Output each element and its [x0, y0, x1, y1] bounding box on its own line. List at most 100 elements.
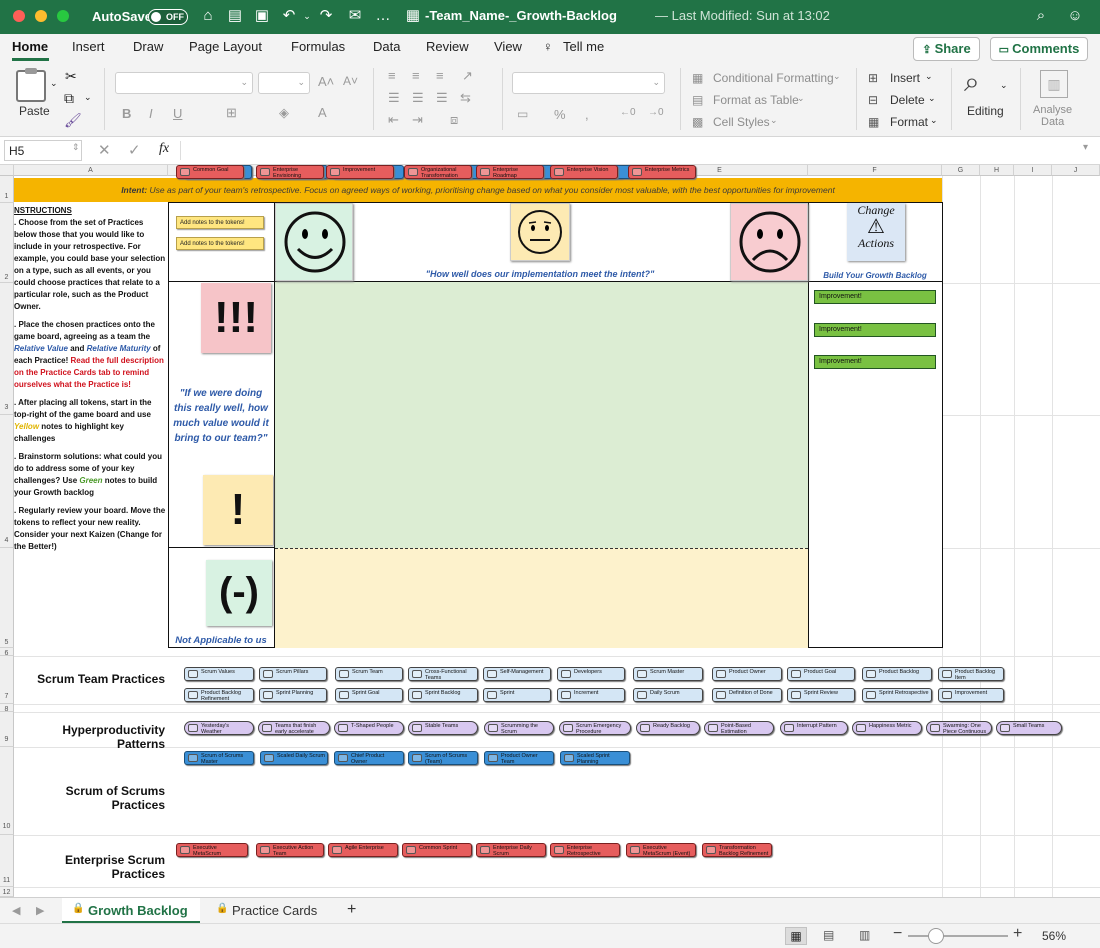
practice-token[interactable]: Scrum Values — [184, 667, 254, 681]
templates-icon[interactable]: ▤ — [226, 7, 244, 25]
practice-token[interactable]: Enterprise Vision — [550, 165, 618, 179]
font-color-icon[interactable]: A — [318, 105, 327, 120]
format-cells-button[interactable]: Format — [890, 115, 928, 129]
zoom-window-button[interactable] — [57, 10, 69, 22]
practice-token[interactable]: Scrum of Scrums (Team) — [408, 751, 478, 765]
redo-icon[interactable]: ↷ — [317, 7, 335, 25]
yellow-note[interactable]: Add notes to the tokens! — [176, 237, 264, 250]
value-grid-area[interactable] — [275, 282, 808, 548]
practice-token[interactable]: Cross-Functional Teams — [408, 667, 478, 681]
font-name-combo[interactable]: ⌄ — [115, 72, 253, 94]
zoom-slider-thumb[interactable] — [928, 928, 944, 944]
row-header-4[interactable]: 4 — [0, 415, 14, 548]
practice-token[interactable]: Transformation Backlog Refinement — [702, 843, 772, 857]
not-applicable-area[interactable] — [275, 548, 808, 648]
row-header-12[interactable]: 12 — [0, 887, 14, 897]
more-icon[interactable]: … — [374, 7, 392, 25]
insert-function-button[interactable]: fx — [159, 141, 169, 157]
email-icon[interactable]: ✉ — [346, 7, 364, 25]
align-right-icon[interactable]: ☰ — [436, 90, 448, 106]
practice-token[interactable]: Scaled Daily Scrum — [260, 751, 328, 765]
practice-token[interactable]: Sprint Planning — [259, 688, 327, 702]
practice-token[interactable]: Swarming: One Piece Continuous Flow — [926, 721, 992, 735]
column-header-a[interactable]: A — [14, 165, 168, 176]
practice-token[interactable]: Organizational Transformation Backlog — [404, 165, 472, 179]
tab-view[interactable]: View — [494, 39, 522, 54]
practice-token[interactable]: Improvement — [938, 688, 1004, 702]
practice-token[interactable]: Executive MetaScrum (Event) — [626, 843, 696, 857]
improvement-note[interactable]: Improvement! — [814, 355, 936, 369]
paste-icon[interactable] — [16, 68, 46, 102]
decrease-decimal-icon[interactable]: →0 — [648, 107, 664, 118]
practice-token[interactable]: Common Sprint — [402, 843, 472, 857]
fill-color-icon[interactable]: ◈ — [279, 105, 289, 121]
practice-token[interactable]: Product Backlog — [862, 667, 932, 681]
name-box[interactable]: H5 — [4, 140, 82, 161]
practice-token[interactable]: Product Owner — [712, 667, 782, 681]
last-modified[interactable]: — Last Modified: Sun at 13:02 — [655, 8, 830, 23]
align-top-icon[interactable]: ≡ — [388, 68, 396, 83]
editing-search-icon[interactable]: ⌕ — [964, 66, 980, 99]
practice-token[interactable]: Scrum Master — [633, 667, 703, 681]
row-header-7[interactable]: 7 — [0, 656, 14, 704]
practice-token[interactable]: Sprint Goal — [335, 688, 403, 702]
zoom-level[interactable]: 56% — [1042, 929, 1066, 943]
practice-token[interactable]: T-Shaped People — [334, 721, 404, 735]
practice-token[interactable]: Scrum Team — [335, 667, 403, 681]
accounting-format-icon[interactable]: ▭ — [517, 107, 528, 121]
practice-token[interactable]: Sprint Review — [787, 688, 855, 702]
practice-token[interactable]: Executive MetaScrum (Leadership Group) — [176, 843, 248, 857]
practice-token[interactable]: Enterprise Metrics — [628, 165, 696, 179]
select-all-corner[interactable] — [0, 165, 14, 176]
column-header-h[interactable]: H — [980, 165, 1014, 176]
normal-view-icon[interactable]: ▦ — [785, 927, 807, 945]
undo-dropdown-icon[interactable]: ⌄ — [298, 7, 316, 25]
comments-button[interactable]: ▭ Comments — [990, 37, 1088, 61]
practice-token[interactable]: Common Goal — [176, 165, 244, 179]
increase-indent-icon[interactable]: ⇥ — [412, 112, 423, 128]
column-header-i[interactable]: I — [1014, 165, 1052, 176]
align-center-icon[interactable]: ☰ — [412, 90, 424, 106]
align-middle-icon[interactable]: ≡ — [412, 68, 420, 83]
minimize-window-button[interactable] — [35, 10, 47, 22]
practice-token[interactable]: Chief Product Owner — [334, 751, 404, 765]
format-painter-icon[interactable]: 🖌 — [64, 112, 82, 129]
insert-cells-button[interactable]: Insert — [890, 71, 920, 85]
practice-token[interactable]: Product Backlog Item — [938, 667, 1004, 681]
tell-me-field[interactable]: Tell me — [563, 39, 604, 54]
practice-token[interactable]: Enterprise Daily Scrum — [476, 843, 546, 857]
autosave-toggle[interactable]: OFF — [148, 9, 188, 25]
sheet-tab-growth-backlog[interactable]: 🔒 Growth Backlog — [62, 898, 200, 923]
align-bottom-icon[interactable]: ≡ — [436, 68, 444, 83]
scroll-tabs-left-icon[interactable]: ◀ — [12, 904, 20, 917]
practice-token[interactable]: Enterprise Roadmap — [476, 165, 544, 179]
practice-token[interactable]: Improvement — [326, 165, 394, 179]
row-header-8[interactable]: 8 — [0, 704, 14, 713]
enter-icon[interactable]: ✓ — [128, 141, 141, 159]
practice-token[interactable]: Product Owner Team — [484, 751, 554, 765]
column-header-f[interactable]: F — [808, 165, 942, 176]
practice-token[interactable]: Agile Enterprise — [328, 843, 398, 857]
add-sheet-button[interactable]: + — [347, 901, 356, 919]
practice-token[interactable]: Sprint Retrospective — [862, 688, 932, 702]
scroll-tabs-right-icon[interactable]: ▶ — [36, 904, 44, 917]
font-size-combo[interactable]: ⌄ — [258, 72, 310, 94]
tab-page-layout[interactable]: Page Layout — [189, 39, 262, 54]
improvement-note[interactable]: Improvement! — [814, 323, 936, 337]
tab-data[interactable]: Data — [373, 39, 400, 54]
practice-token[interactable]: Stable Teams — [408, 721, 478, 735]
page-break-view-icon[interactable]: ▥ — [859, 928, 870, 942]
save-icon[interactable]: ▣ — [253, 7, 271, 25]
practice-token[interactable]: Product Backlog Refinement — [184, 688, 254, 702]
practice-token[interactable]: Scrumming the Scrum — [484, 721, 554, 735]
practice-token[interactable]: Scrum of Scrums Master — [184, 751, 254, 765]
document-title[interactable]: -Team_Name-_Growth-Backlog — [425, 8, 617, 23]
column-header-j[interactable]: J — [1052, 165, 1100, 176]
copy-icon[interactable]: ⧉ — [64, 90, 74, 107]
row-header-11[interactable]: 11 — [0, 835, 14, 887]
practice-token[interactable]: Developers — [557, 667, 625, 681]
row-header-3[interactable]: 3 — [0, 283, 14, 415]
row-header-10[interactable]: 10 — [0, 747, 14, 835]
worksheet[interactable]: A B C D E F G H I J 1 2 3 4 5 6 7 8 9 10… — [0, 165, 1100, 897]
practice-token[interactable]: Scaled Sprint Planning — [560, 751, 630, 765]
